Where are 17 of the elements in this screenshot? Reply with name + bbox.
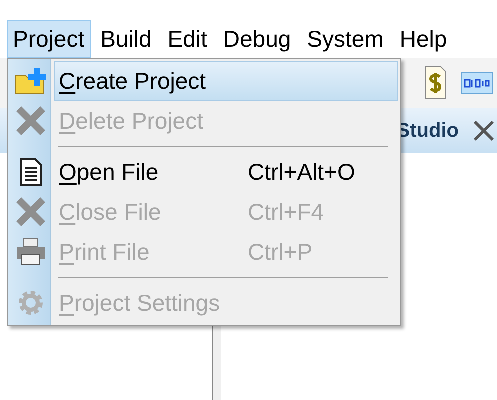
gear-icon [17, 289, 45, 317]
binary-icon[interactable] [461, 72, 493, 94]
menu-bar-item[interactable]: System [301, 20, 390, 58]
dollar-document-icon[interactable] [425, 66, 447, 100]
menu-bar-item[interactable]: Help [394, 20, 454, 58]
menu-item[interactable]: Create Project [54, 61, 398, 101]
folder-plus-icon [14, 66, 48, 96]
cross-icon [15, 196, 47, 228]
document-icon [19, 157, 43, 187]
menu-bar-item[interactable]: Debug [217, 20, 298, 58]
printer-icon [15, 237, 47, 267]
menu-item[interactable]: Open File Ctrl+Alt+O [54, 152, 398, 192]
menu-bar-item[interactable]: Build [94, 20, 158, 58]
cross-icon [15, 105, 47, 137]
close-icon[interactable] [473, 120, 495, 142]
menu-bar-item[interactable]: Project [7, 20, 91, 58]
menu-bar-item[interactable]: Edit [162, 20, 214, 58]
